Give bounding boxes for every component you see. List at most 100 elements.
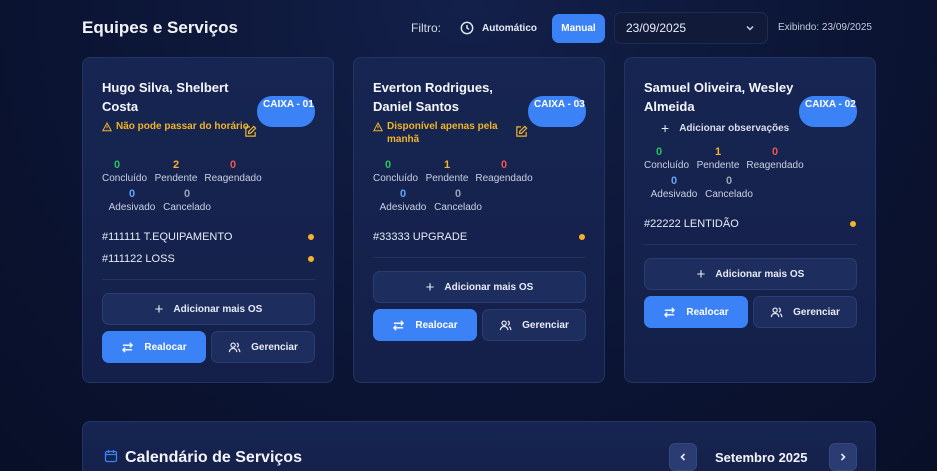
swap-icon: [122, 341, 134, 353]
gerenciar-button[interactable]: Gerenciar: [211, 331, 315, 363]
stat-concluido: 0 Concluído: [644, 146, 689, 172]
stat-pendente: 1 Pendente: [693, 146, 743, 172]
date-select-value: 23/09/2025: [626, 21, 687, 35]
team-badge: CAIXA - 02: [799, 96, 857, 127]
status-dot: [308, 234, 314, 240]
service-order[interactable]: #22222 LENTIDÃO: [644, 218, 739, 230]
realocar-label: Realocar: [686, 306, 729, 318]
realocar-label: Realocar: [415, 319, 458, 331]
stat-pendente: 2 Pendente: [151, 159, 201, 185]
divider: [102, 279, 315, 280]
gerenciar-label: Gerenciar: [522, 319, 569, 331]
gerenciar-label: Gerenciar: [251, 341, 298, 353]
gerenciar-label: Gerenciar: [793, 306, 840, 318]
status-dot: [579, 234, 585, 240]
stat-adesivado-count: 0: [670, 175, 678, 187]
stat-cancelado: 0 Cancelado: [161, 188, 213, 214]
auto-filter-button[interactable]: Automático: [460, 14, 537, 42]
realocar-button[interactable]: Realocar: [102, 331, 206, 363]
stat-cancelado-label: Cancelado: [705, 189, 753, 200]
stat-concluido-label: Concluído: [373, 173, 419, 184]
stat-concluido-count: 0: [113, 159, 121, 171]
status-dot: [850, 221, 856, 227]
filter-label: Filtro:: [411, 21, 441, 35]
date-select[interactable]: 23/09/2025: [614, 12, 768, 44]
service-order[interactable]: #111111 T.EQUIPAMENTO: [102, 231, 232, 243]
add-os-label: Adicionar mais OS: [715, 268, 805, 280]
plus-icon: +: [425, 278, 435, 296]
stat-adesivado-label: Adesivado: [650, 189, 698, 200]
stat-reagendado-count: 0: [771, 146, 779, 158]
stat-adesivado-label: Adesivado: [108, 202, 156, 213]
add-observation-button[interactable]: + Adicionar observações: [661, 120, 789, 136]
realocar-button[interactable]: Realocar: [644, 296, 748, 328]
stat-reagendado-label: Reagendado: [746, 160, 804, 171]
stat-adesivado: 0 Adesivado: [107, 188, 157, 214]
service-order[interactable]: #111122 LOSS: [102, 253, 175, 265]
divider: [373, 257, 586, 258]
divider: [644, 244, 857, 245]
add-os-button[interactable]: + Adicionar mais OS: [644, 258, 857, 290]
calendar-title: Calendário de Serviços: [125, 449, 302, 466]
next-month-button[interactable]: [829, 443, 857, 471]
stat-cancelado-label: Cancelado: [434, 202, 482, 213]
stat-concluido: 0 Concluído: [373, 159, 418, 185]
stat-reagendado-label: Reagendado: [204, 173, 262, 184]
realocar-label: Realocar: [144, 341, 187, 353]
calendar-icon: [104, 450, 118, 463]
calendar-month: Setembro 2025: [715, 450, 808, 465]
chevron-down-icon: [746, 25, 754, 31]
stat-concluido-label: Concluído: [102, 173, 148, 184]
stat-pendente-label: Pendente: [696, 160, 740, 171]
edit-note-icon[interactable]: [515, 125, 528, 138]
prev-month-button[interactable]: [669, 443, 697, 471]
team-card: Everton Rodrigues, Daniel Santos CAIXA -…: [353, 57, 605, 383]
stat-adesivado: 0 Adesivado: [378, 188, 428, 214]
add-observation-label: Adicionar observações: [679, 122, 790, 134]
stat-pendente-label: Pendente: [425, 173, 469, 184]
plus-icon: +: [661, 120, 670, 136]
stat-cancelado-count: 0: [725, 175, 733, 187]
stat-cancelado: 0 Cancelado: [703, 175, 755, 201]
page-header: Equipes e Serviços Filtro: Automático Ma…: [0, 0, 937, 57]
swap-icon: [393, 319, 405, 331]
stat-pendente-count: 1: [443, 159, 451, 171]
stat-concluido: 0 Concluído: [102, 159, 147, 185]
stat-adesivado-count: 0: [128, 188, 136, 200]
clock-icon: [460, 21, 474, 35]
stat-adesivado: 0 Adesivado: [649, 175, 699, 201]
add-os-button[interactable]: + Adicionar mais OS: [373, 271, 586, 303]
swap-icon: [664, 306, 676, 318]
team-note: Não pode passar do horário: [102, 120, 252, 133]
stat-reagendado: 0 Reagendado: [203, 159, 263, 185]
plus-icon: +: [696, 265, 706, 283]
showing-date-text: Exibindo: 23/09/2025: [778, 22, 872, 33]
team-card: Samuel Oliveira, Wesley Almeida CAIXA - …: [624, 57, 876, 383]
stat-pendente-label: Pendente: [154, 173, 198, 184]
service-order[interactable]: #33333 UPGRADE: [373, 231, 467, 243]
gerenciar-button[interactable]: Gerenciar: [482, 309, 586, 341]
stat-adesivado-label: Adesivado: [379, 202, 427, 213]
realocar-button[interactable]: Realocar: [373, 309, 477, 341]
stat-pendente: 1 Pendente: [422, 159, 472, 185]
stat-reagendado-count: 0: [500, 159, 508, 171]
warning-icon: [373, 122, 383, 132]
team-names: Hugo Silva, Shelbert Costa: [102, 80, 229, 114]
stat-reagendado-count: 0: [229, 159, 237, 171]
stat-reagendado-label: Reagendado: [475, 173, 533, 184]
edit-note-icon[interactable]: [244, 125, 257, 138]
add-os-button[interactable]: + Adicionar mais OS: [102, 293, 315, 325]
page-title: Equipes e Serviços: [82, 18, 238, 37]
manual-filter-button[interactable]: Manual: [552, 14, 605, 43]
stat-adesivado-count: 0: [399, 188, 407, 200]
stat-concluido-count: 0: [384, 159, 392, 171]
chevron-left-icon: [680, 453, 686, 461]
team-note: Disponível apenas pela manhã: [373, 120, 523, 146]
team-badge: CAIXA - 03: [528, 96, 586, 127]
stat-reagendado: 0 Reagendado: [474, 159, 534, 185]
stat-pendente-count: 2: [172, 159, 180, 171]
calendar-panel: Calendário de Serviços Setembro 2025: [82, 421, 876, 471]
stat-pendente-count: 1: [714, 146, 722, 158]
gerenciar-button[interactable]: Gerenciar: [753, 296, 857, 328]
plus-icon: +: [154, 300, 164, 318]
